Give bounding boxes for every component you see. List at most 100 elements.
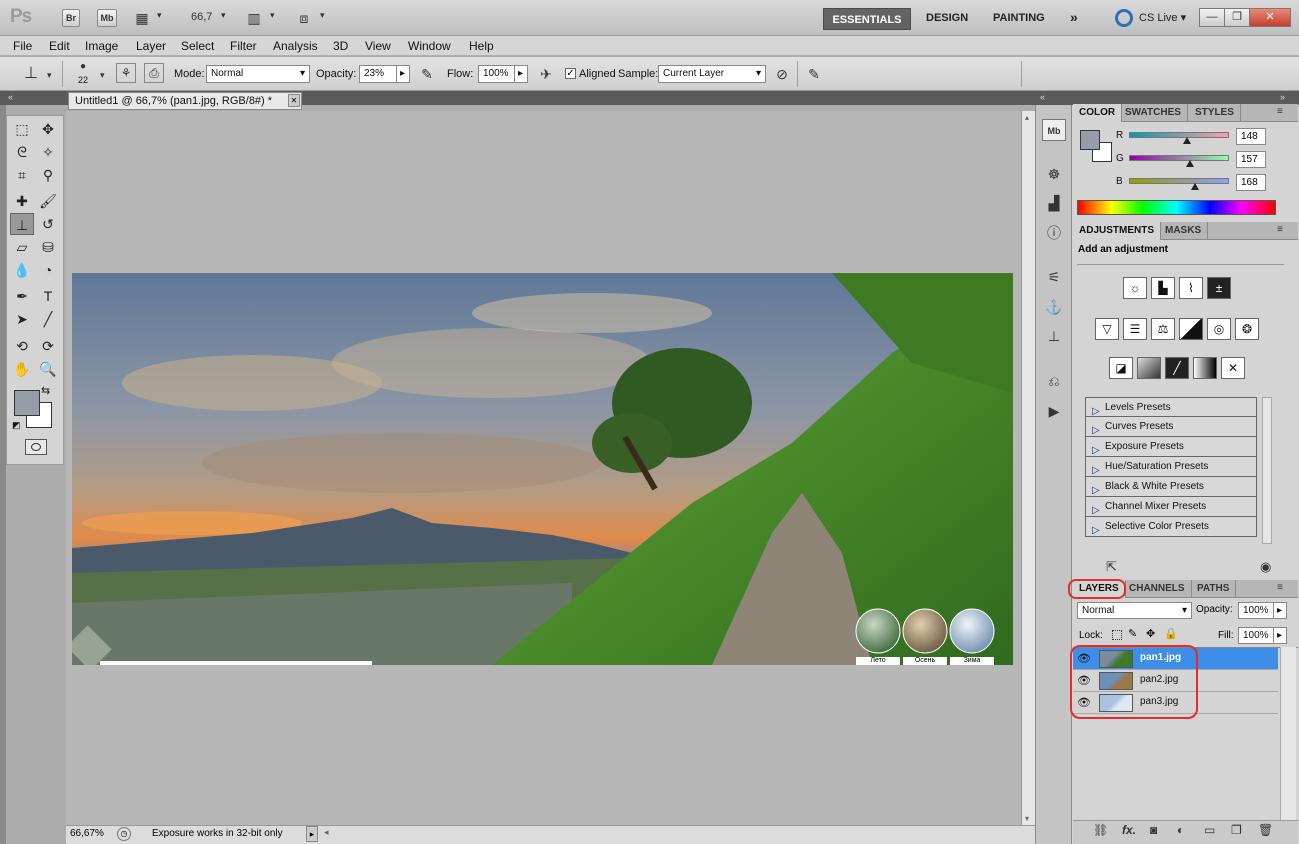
new-group-icon[interactable]: ▭ (1204, 823, 1215, 837)
blur-tool-icon[interactable]: 💧 (10, 259, 34, 281)
clone-stamp-icon[interactable]: ⊥ (10, 213, 34, 235)
tab-paths[interactable]: PATHS (1191, 580, 1237, 598)
clone-source-panel-icon[interactable]: ⎙ (144, 63, 164, 83)
quick-selection-icon[interactable]: ✧ (36, 141, 60, 163)
menu-3d[interactable]: 3D (333, 39, 348, 53)
lock-position-icon[interactable]: ✥ (1146, 627, 1155, 640)
info-panel-icon[interactable]: ⓘ (1042, 222, 1066, 244)
collapse-toolbox-icon[interactable]: « (8, 92, 13, 102)
preset-exposure[interactable]: ▷ Exposure Presets (1085, 437, 1257, 457)
summer-thumb-label[interactable]: Лето (856, 657, 900, 665)
cs-live-icon[interactable] (1115, 9, 1133, 27)
preset-hue-saturation[interactable]: ▷ Hue/Saturation Presets (1085, 457, 1257, 477)
winter-thumb-label[interactable]: Зима (950, 657, 994, 665)
clip-to-layer-icon[interactable]: ◉ (1260, 559, 1271, 575)
close-window-button[interactable]: ✕ (1249, 8, 1291, 27)
blend-mode-select[interactable]: Normal ▾ (1077, 602, 1192, 619)
slider-thumb-icon[interactable] (1186, 160, 1195, 167)
tool-presets-icon[interactable]: ⊥ (1042, 325, 1066, 347)
layers-panel-menu-icon[interactable]: ≡ (1277, 582, 1283, 593)
lock-all-icon[interactable]: 🔒 (1164, 627, 1178, 640)
delete-layer-icon[interactable]: 🗑 (1258, 823, 1273, 837)
flow-slider-icon[interactable]: ▸ (514, 65, 528, 83)
lock-pixels-icon[interactable]: ✎ (1128, 627, 1137, 640)
line-tool-icon[interactable]: ╱ (36, 308, 60, 330)
zoom-tool-icon[interactable]: 🔍 (36, 358, 60, 380)
3d-orbit-icon[interactable]: ⟳ (36, 335, 60, 357)
new-layer-icon[interactable]: ❐ (1231, 823, 1242, 837)
levels-icon[interactable]: ▙ (1151, 277, 1175, 299)
layer-opacity-slider-icon[interactable]: ▸ (1273, 602, 1287, 619)
menu-filter[interactable]: Filter (230, 39, 257, 53)
zoom-level-field[interactable]: 66,7 (191, 11, 212, 23)
3d-rotate-icon[interactable]: ⟲ (10, 335, 34, 357)
view-extras-dropdown-icon[interactable]: ▾ (157, 10, 162, 21)
link-layers-icon[interactable]: ⛓ (1093, 823, 1108, 837)
sample-select[interactable]: Current Layer ▾ (658, 65, 766, 83)
menu-window[interactable]: Window (408, 39, 451, 53)
preset-black-white[interactable]: ▷ Black & White Presets (1085, 477, 1257, 497)
presets-scrollbar[interactable] (1262, 397, 1272, 544)
cs-live-button[interactable]: CS Live ▾ (1139, 11, 1186, 24)
pressure-size-icon[interactable]: ✎ (803, 63, 825, 85)
crop-tool-icon[interactable]: ⌗ (10, 164, 34, 186)
menu-select[interactable]: Select (181, 39, 214, 53)
flow-input[interactable]: 100% (478, 65, 516, 83)
gradient-map-icon[interactable] (1193, 357, 1217, 379)
hand-tool-icon[interactable]: ✋ (10, 358, 34, 380)
opacity-input[interactable]: 23% (359, 65, 399, 83)
green-slider[interactable] (1129, 155, 1229, 167)
adjustments-panel-menu-icon[interactable]: ≡ (1277, 224, 1283, 235)
move-tool-icon[interactable]: ✥ (36, 118, 60, 140)
menu-image[interactable]: Image (85, 39, 118, 53)
paint-bucket-icon[interactable]: ⛁ (36, 236, 60, 258)
add-mask-icon[interactable]: ◙ (1150, 823, 1157, 837)
lasso-tool-icon[interactable]: ᘓ (10, 141, 34, 163)
photo-filter-icon[interactable]: ◎ (1207, 318, 1231, 340)
posterize-icon[interactable] (1137, 357, 1161, 379)
zoom-dropdown-icon[interactable]: ▾ (221, 10, 226, 21)
close-document-icon[interactable]: ✕ (288, 94, 300, 107)
channel-mixer-icon[interactable]: ❂ (1235, 318, 1259, 340)
color-panel-menu-icon[interactable]: ≡ (1277, 106, 1283, 117)
brightness-contrast-icon[interactable]: ☼ (1123, 277, 1147, 299)
healing-brush-icon[interactable]: ✚ (10, 190, 34, 212)
color-balance-icon[interactable]: ⚖ (1151, 318, 1175, 340)
color-spectrum-bar[interactable] (1077, 200, 1276, 215)
actions-panel-icon[interactable]: ▶ (1042, 400, 1066, 422)
swap-colors-icon[interactable]: ⇆ (41, 384, 50, 397)
tab-adjustments[interactable]: ADJUSTMENTS (1073, 222, 1162, 240)
preset-channel-mixer[interactable]: ▷ Channel Mixer Presets (1085, 497, 1257, 517)
workspace-design[interactable]: DESIGN (926, 12, 968, 24)
restore-button[interactable]: ❐ (1224, 8, 1250, 27)
brush-dot-icon[interactable]: ● (80, 61, 86, 72)
aligned-checkbox[interactable]: ✓ (565, 68, 576, 79)
lock-transparency-icon[interactable] (1112, 630, 1122, 640)
airbrush-icon[interactable]: ✈ (535, 63, 557, 85)
histogram-panel-icon[interactable]: ▟ (1042, 192, 1066, 214)
foreground-color-swatch[interactable] (14, 390, 40, 416)
slider-thumb-icon[interactable] (1182, 137, 1191, 144)
workspace-painting[interactable]: PAINTING (993, 12, 1045, 24)
preset-selective-color[interactable]: ▷ Selective Color Presets (1085, 517, 1257, 537)
type-tool-icon[interactable]: T (36, 285, 60, 307)
red-slider[interactable] (1129, 132, 1229, 144)
expand-panels-icon[interactable]: « (1040, 92, 1045, 102)
screen-mode-dropdown-icon[interactable]: ▾ (320, 10, 325, 21)
navigator-panel-icon[interactable]: ☸ (1042, 163, 1066, 185)
panorama-image[interactable] (72, 273, 1013, 665)
bridge-button[interactable]: Br (62, 9, 80, 27)
new-adjustment-layer-icon[interactable]: ◐ (1177, 823, 1184, 837)
layer-style-icon[interactable]: fx. (1122, 823, 1136, 837)
status-menu-arrow-icon[interactable]: ▸ (306, 826, 318, 842)
red-value-input[interactable]: 148 (1236, 128, 1266, 145)
opacity-slider-icon[interactable]: ▸ (396, 65, 410, 83)
menu-analysis[interactable]: Analysis (273, 39, 318, 53)
minimize-button[interactable]: — (1199, 8, 1225, 27)
menu-help[interactable]: Help (469, 39, 494, 53)
return-to-list-icon[interactable]: ⇱ (1106, 559, 1117, 575)
vertical-scrollbar[interactable]: ▴ ▾ (1021, 111, 1035, 825)
screen-mode-icon[interactable]: ⧈ (294, 8, 314, 28)
menu-view[interactable]: View (365, 39, 391, 53)
blue-value-input[interactable]: 168 (1236, 174, 1266, 191)
